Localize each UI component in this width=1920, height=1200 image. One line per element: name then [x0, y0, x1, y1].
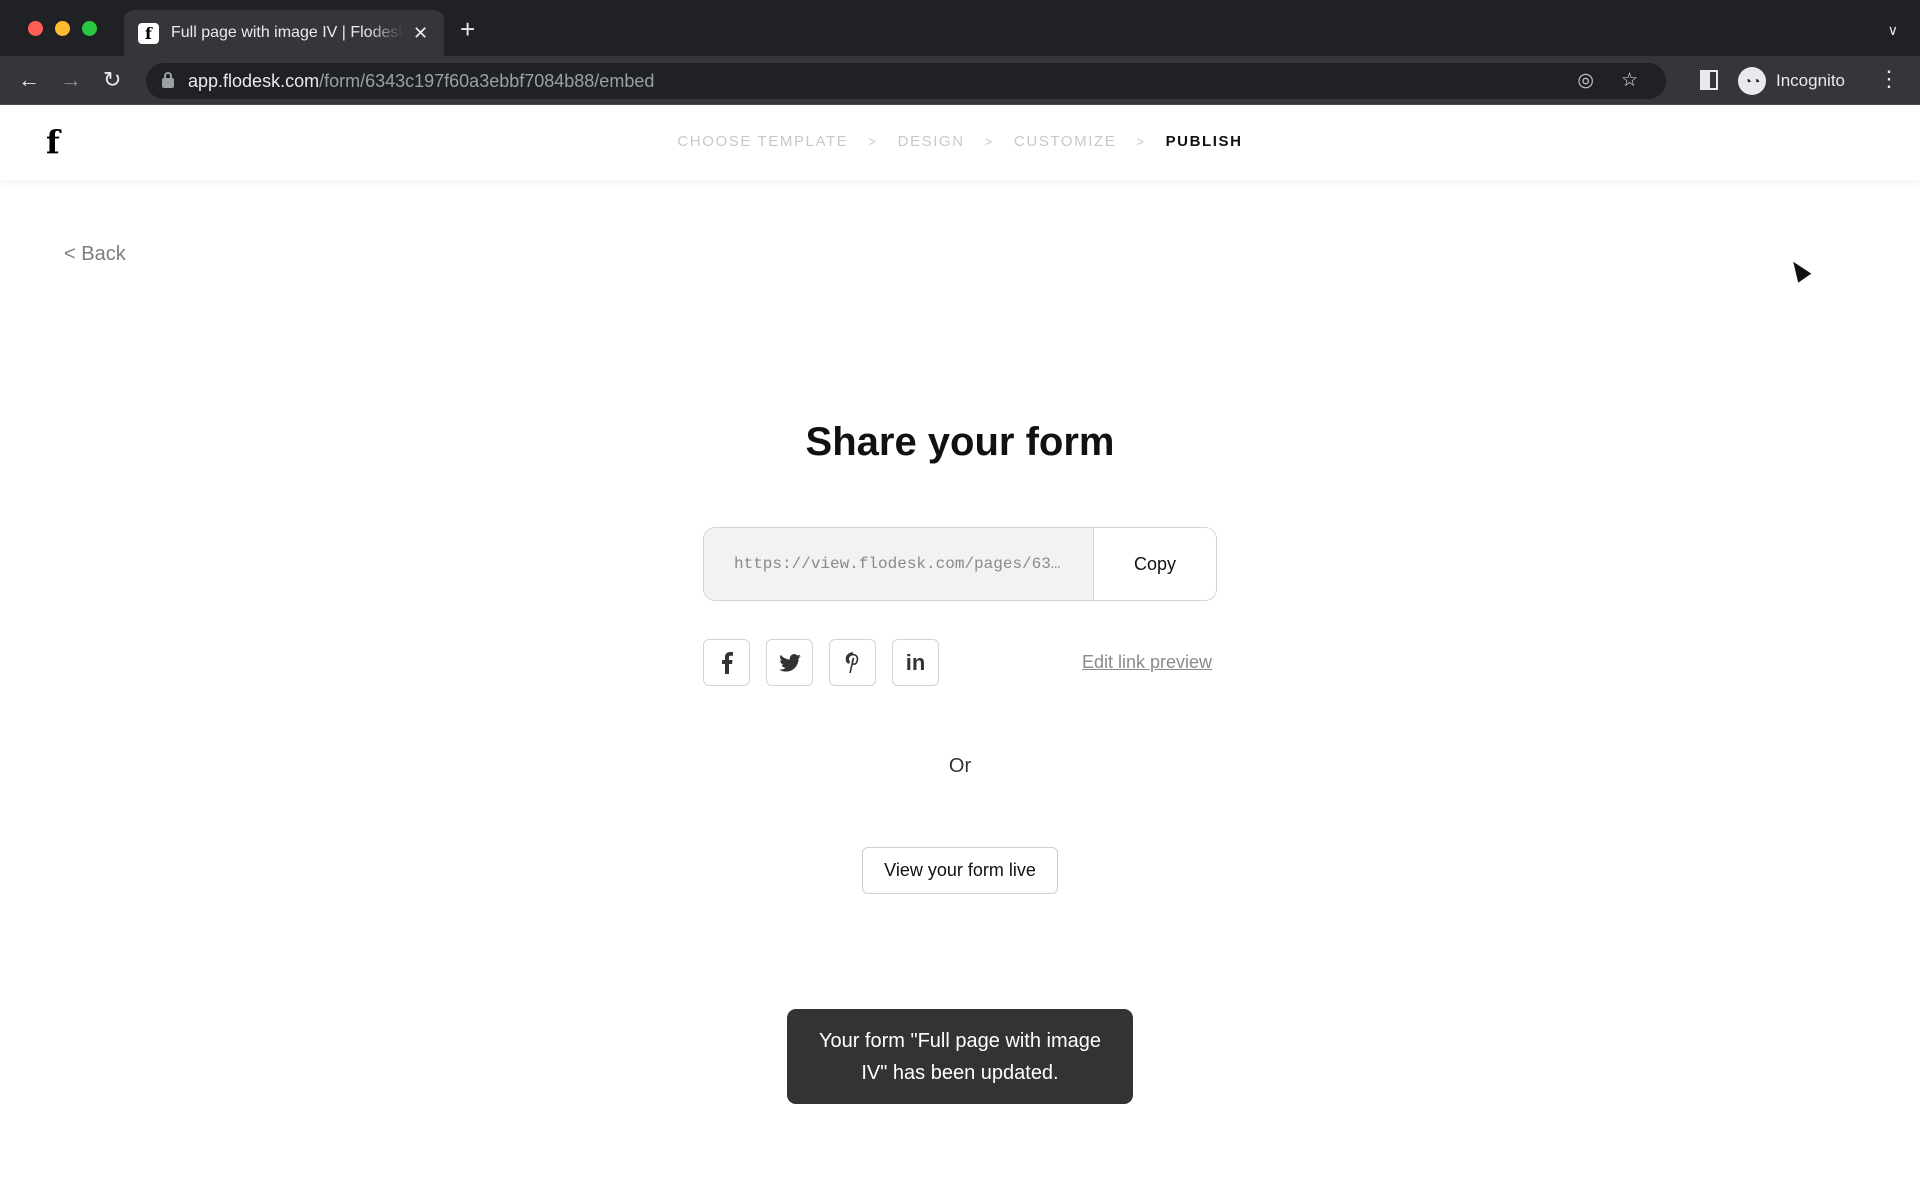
twitter-share-button[interactable] [766, 639, 813, 686]
url-host: app.flodesk.com [188, 70, 320, 91]
copy-button[interactable]: Copy [1094, 528, 1216, 600]
share-url-input[interactable] [704, 528, 1094, 600]
twitter-icon [778, 653, 801, 672]
share-link-group: Copy [703, 527, 1217, 601]
tab-search-chevron-icon[interactable]: ∨ [1888, 22, 1898, 39]
or-divider-text: Or [948, 755, 972, 777]
step-separator: > [868, 134, 878, 149]
step-separator: > [1136, 134, 1146, 149]
flodesk-favicon-icon: f [138, 22, 159, 44]
forward-arrow-icon[interactable]: → [60, 66, 82, 94]
facebook-icon [721, 651, 733, 674]
incognito-profile-button[interactable]: ◔◔ Incognito [1738, 64, 1845, 98]
incognito-icon: ◔◔ [1738, 67, 1766, 95]
window-close-button[interactable] [28, 21, 43, 36]
linkedin-share-button[interactable]: in [892, 639, 939, 686]
edit-link-preview-link[interactable]: Edit link preview [1082, 652, 1212, 673]
facebook-share-button[interactable] [703, 639, 750, 686]
address-bar[interactable]: app.flodesk.com/form/6343c197f60a3ebbf70… [146, 63, 1666, 99]
step-customize[interactable]: CUSTOMIZE [1014, 133, 1116, 150]
new-tab-icon[interactable]: + [460, 16, 475, 42]
incognito-label: Incognito [1776, 71, 1845, 90]
url-path: /form/6343c197f60a3ebbf7084b88/embed [319, 70, 655, 91]
app-header: f CHOOSE TEMPLATE > DESIGN > CUSTOMIZE >… [0, 105, 1920, 180]
side-panel-icon[interactable] [1700, 70, 1718, 90]
update-toast: Your form "Full page with image IV" has … [787, 1009, 1133, 1104]
step-publish[interactable]: PUBLISH [1166, 133, 1243, 150]
browser-toolbar: ← → ↻ app.flodesk.com/form/6343c197f60a3… [0, 56, 1920, 105]
toast-message: Your form "Full page with image IV" has … [818, 1029, 1102, 1084]
back-arrow-icon[interactable]: ← [18, 66, 40, 94]
tab-title: Full page with image IV | Flodesk [171, 24, 403, 41]
pinterest-share-button[interactable] [829, 639, 876, 686]
browser-tab-active[interactable]: f Full page with image IV | Flodesk ✕ [124, 10, 444, 56]
page-title: Share your form [805, 420, 1115, 464]
eye-off-icon[interactable]: ◎ [1577, 69, 1594, 92]
close-tab-icon[interactable]: ✕ [413, 23, 428, 44]
pinterest-icon [845, 651, 858, 673]
back-link[interactable]: < Back [64, 243, 126, 266]
step-choose-template[interactable]: CHOOSE TEMPLATE [677, 133, 848, 150]
step-separator: > [984, 134, 994, 149]
view-form-live-button[interactable]: View your form live [862, 847, 1058, 894]
mouse-cursor-icon [1786, 257, 1812, 283]
bookmark-star-icon[interactable]: ☆ [1621, 69, 1638, 92]
window-zoom-button[interactable] [82, 21, 97, 36]
window-minimize-button[interactable] [55, 21, 70, 36]
browser-tab-strip: f Full page with image IV | Flodesk ✕ + … [0, 0, 1920, 56]
publish-steps-breadcrumb: CHOOSE TEMPLATE > DESIGN > CUSTOMIZE > P… [0, 133, 1920, 150]
social-share-row: in [703, 639, 939, 686]
step-design[interactable]: DESIGN [898, 133, 965, 150]
browser-menu-icon[interactable]: ⋮ [1878, 66, 1900, 92]
linkedin-icon: in [905, 649, 926, 675]
lock-icon[interactable] [162, 72, 174, 88]
reload-icon[interactable]: ↻ [103, 66, 121, 94]
